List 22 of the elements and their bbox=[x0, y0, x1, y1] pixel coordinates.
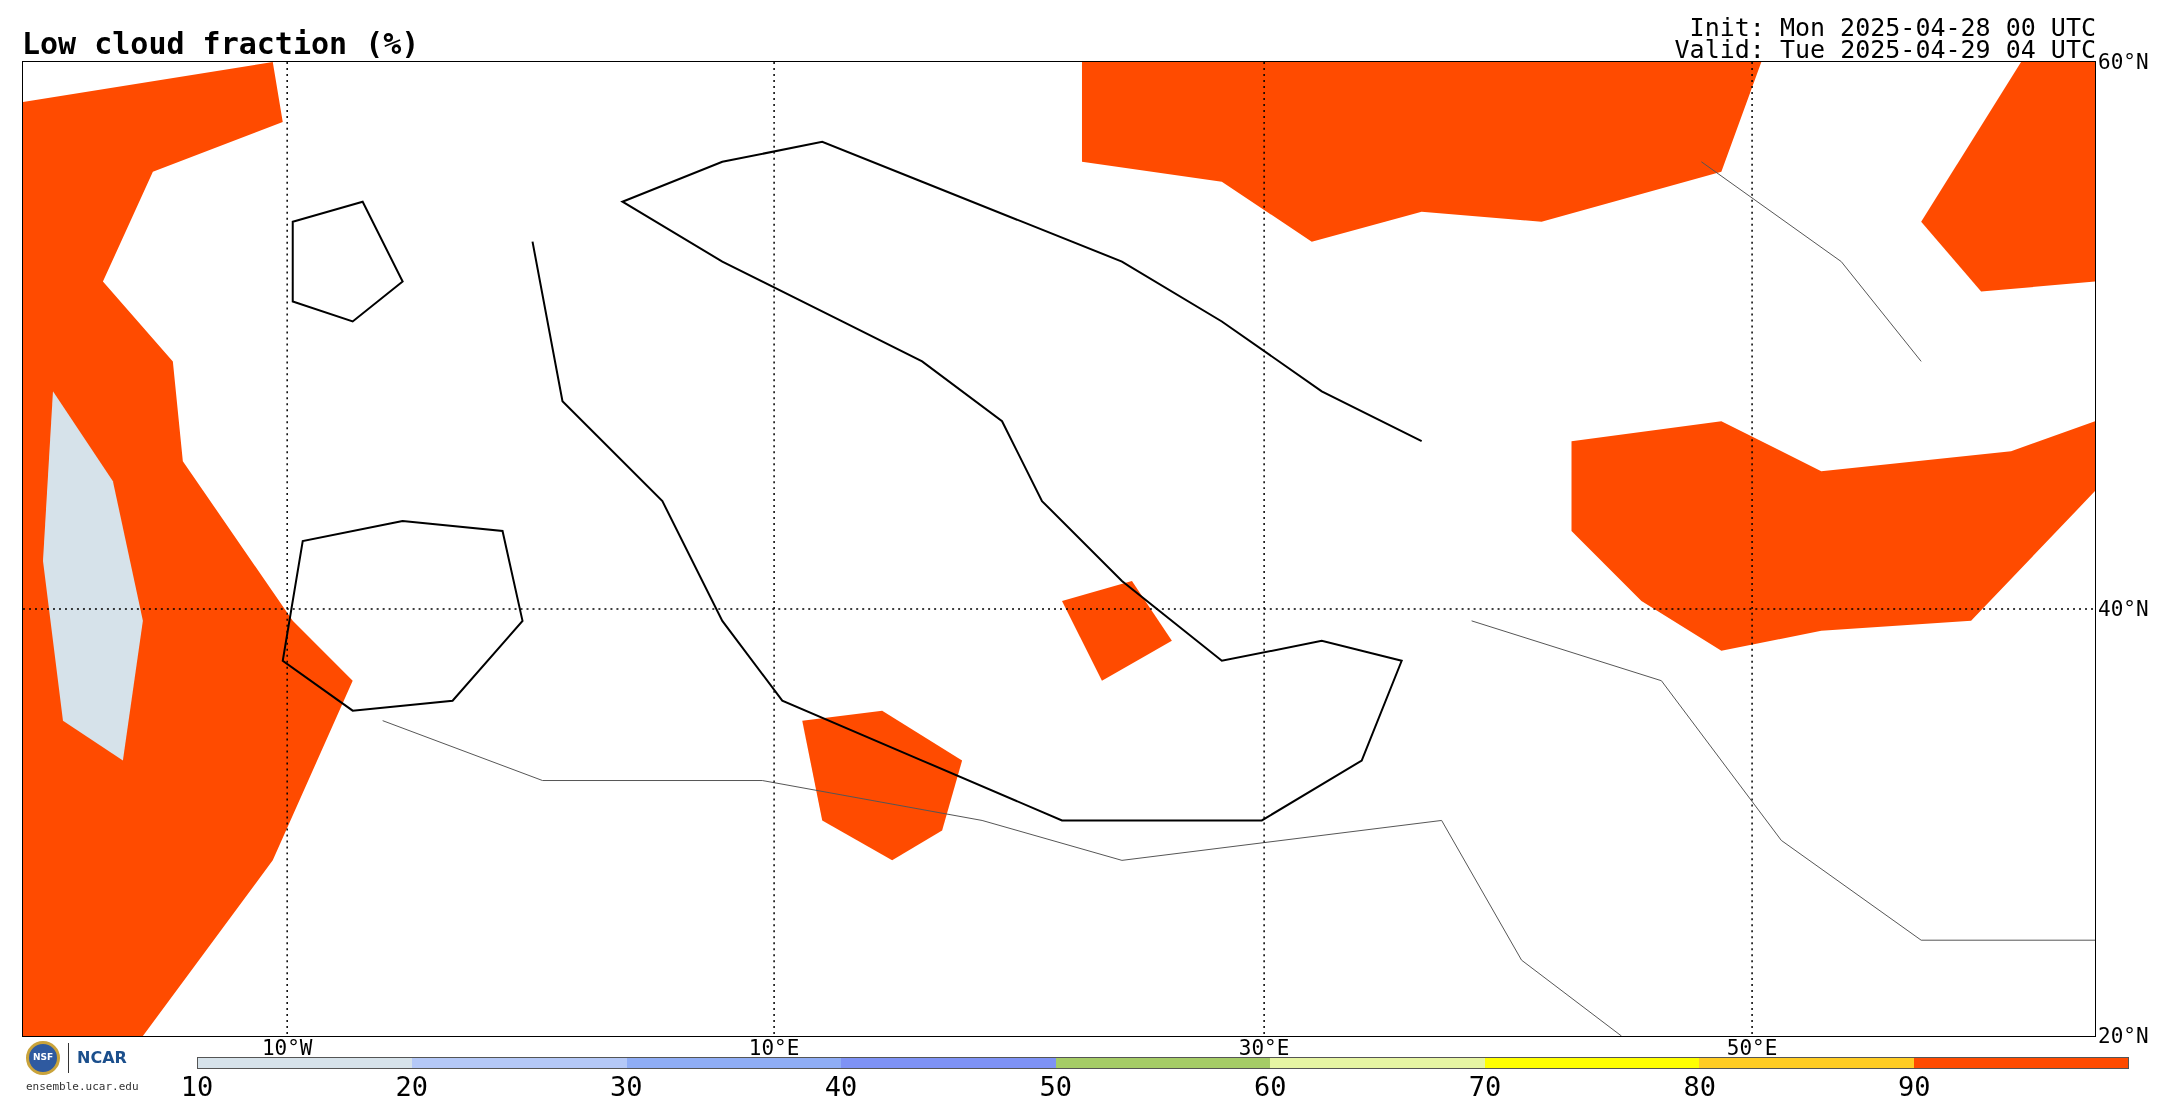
colorbar-tick-label: 60 bbox=[1254, 1073, 1287, 1100]
chart-title: Low cloud fraction (%) bbox=[22, 29, 420, 59]
latitude-label: 20°N bbox=[2098, 1025, 2149, 1047]
ncar-logo: NCAR bbox=[77, 1047, 127, 1069]
init-time: Init: Mon 2025-04-28 00 UTC bbox=[1689, 17, 2096, 39]
latitude-label: 60°N bbox=[2098, 51, 2149, 73]
latitude-label: 40°N bbox=[2098, 598, 2149, 620]
colorbar-tick-label: 20 bbox=[395, 1073, 428, 1100]
valid-time: Valid: Tue 2025-04-29 04 UTC bbox=[1674, 39, 2096, 61]
colorbar-tick-label: 90 bbox=[1898, 1073, 1931, 1100]
longitude-label: 10°W bbox=[261, 1038, 313, 1059]
colorbar-tick-label: 40 bbox=[824, 1073, 858, 1100]
colorbar-tick-label: 50 bbox=[1039, 1073, 1072, 1100]
website-url: ensemble.ucar.edu bbox=[26, 1079, 140, 1095]
longitude-label: 50°E bbox=[1726, 1038, 1778, 1059]
colorbar-tick-label: 10 bbox=[180, 1073, 214, 1100]
longitude-label: 10°E bbox=[748, 1038, 800, 1059]
nsf-logo: NSF bbox=[26, 1041, 60, 1075]
colorbar-tick-label: 80 bbox=[1683, 1073, 1716, 1100]
colorbar-tick-label: 30 bbox=[610, 1073, 643, 1100]
colorbar-tick-label: 70 bbox=[1468, 1073, 1502, 1100]
longitude-label: 30°E bbox=[1238, 1038, 1290, 1059]
